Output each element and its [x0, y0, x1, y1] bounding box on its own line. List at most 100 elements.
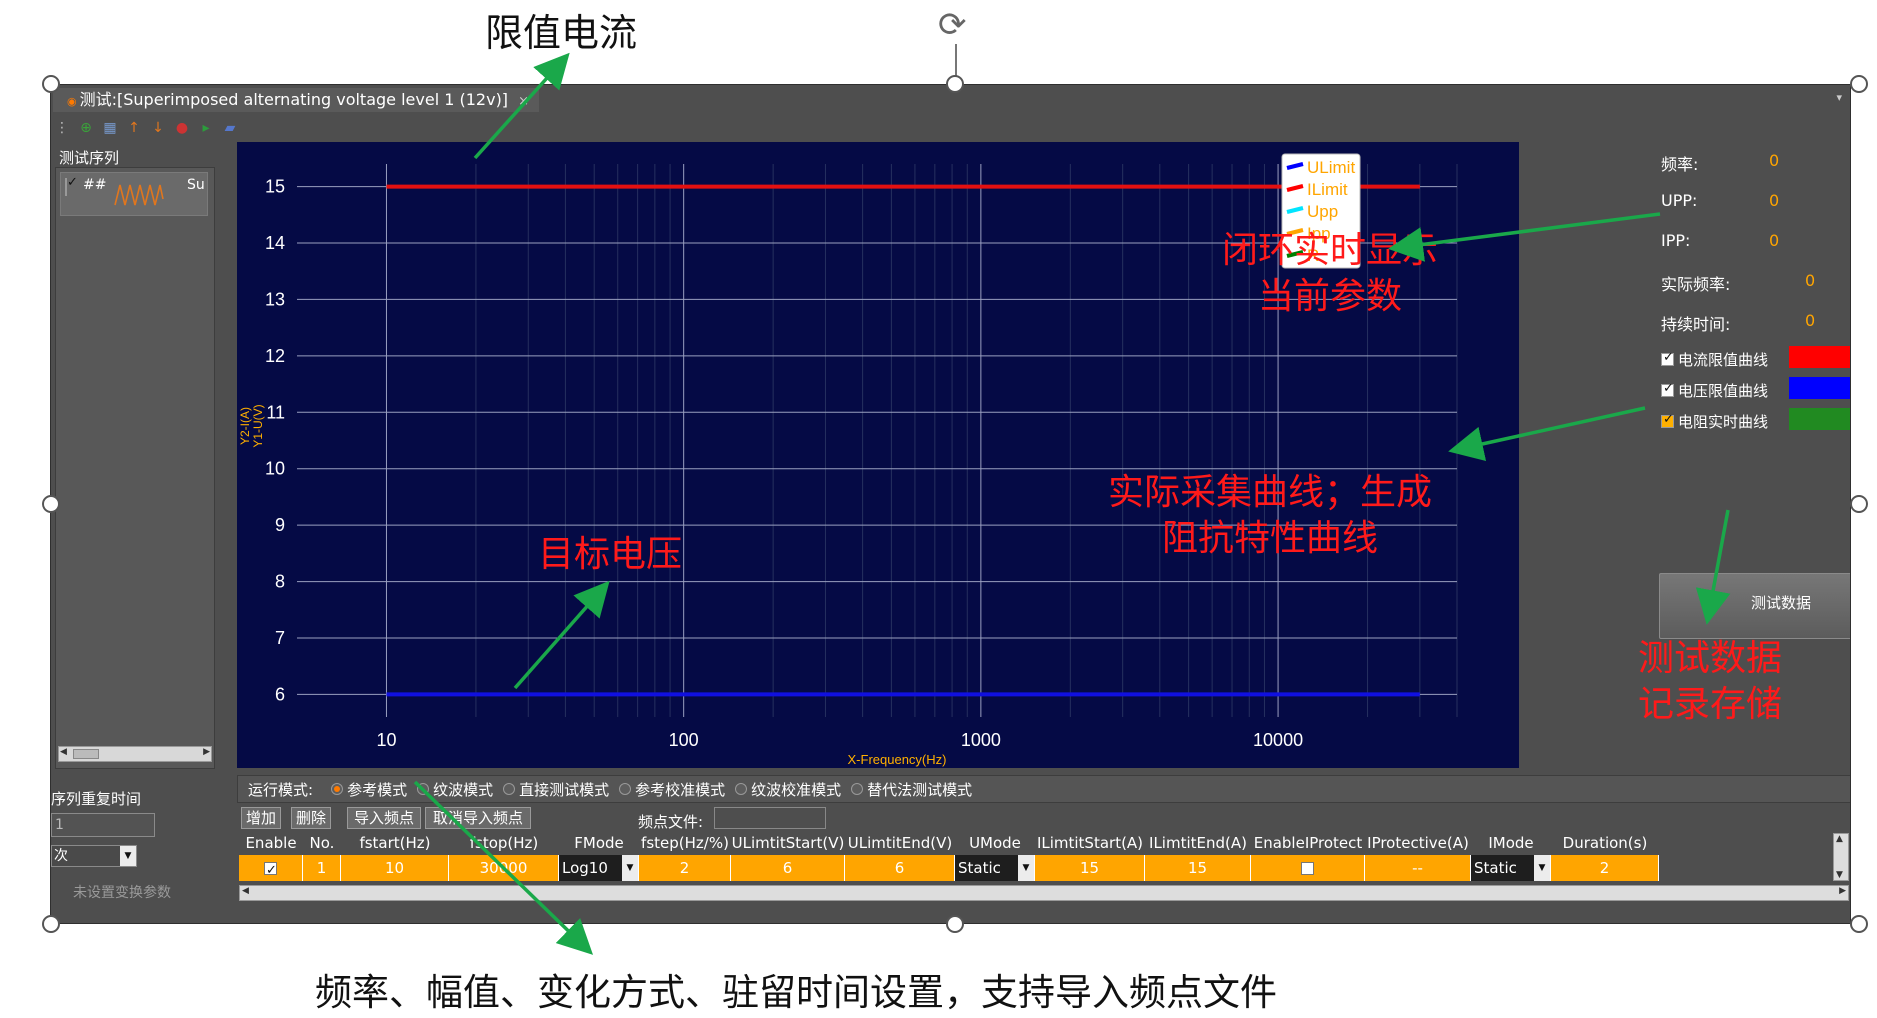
import-freq-button[interactable]: 导入频点 — [347, 807, 421, 829]
sequence-waveform-icon — [114, 184, 164, 206]
scroll-down-icon[interactable]: ▼ — [1836, 870, 1843, 880]
readout-label: 实际频率: — [1661, 275, 1731, 294]
sequence-scrollbar[interactable]: ◀ ▶ — [58, 746, 212, 762]
add-button[interactable]: 增加 — [241, 807, 281, 829]
rss-icon: ◉ — [67, 95, 77, 108]
cell-iprotective[interactable]: -- — [1365, 855, 1471, 881]
chevron-down-icon[interactable]: ▼ — [1018, 855, 1034, 881]
cell-ustart[interactable]: 6 — [731, 855, 845, 881]
scroll-left-icon[interactable]: ◀ — [242, 886, 249, 896]
tab-close-icon[interactable]: × — [518, 94, 529, 109]
list-icon[interactable]: ⋮ — [53, 119, 71, 137]
y-tick-label: 9 — [275, 515, 285, 535]
cell-fstep[interactable]: 2 — [639, 855, 731, 881]
column-header: Duration(s) — [1562, 834, 1648, 852]
chevron-down-icon[interactable]: ▼ — [1534, 855, 1550, 881]
cancel-import-button[interactable]: 取消导入频点 — [425, 807, 531, 829]
cell-enable[interactable] — [239, 855, 303, 884]
sequence-list[interactable]: ## Su ◀ ▶ — [55, 167, 215, 769]
mode-option-label[interactable]: 替代法测试模式 — [867, 779, 972, 800]
rotate-handle-icon[interactable]: ⟳ — [938, 6, 967, 44]
repeat-unit-select[interactable]: 次 ▼ — [51, 845, 137, 867]
table-vscroll[interactable]: ▲ ▼ — [1833, 833, 1849, 881]
repeat-input[interactable]: 1 — [51, 813, 155, 837]
mode-radio[interactable] — [619, 783, 632, 795]
resize-handle-mr[interactable] — [1850, 495, 1868, 513]
move-up-icon[interactable]: ↑ — [125, 119, 143, 137]
mode-option-label[interactable]: 纹波校准模式 — [751, 779, 841, 800]
flag-icon[interactable]: ▰ — [221, 119, 239, 137]
cell-iend[interactable]: 15 — [1145, 855, 1251, 881]
play-icon[interactable]: ▸ — [197, 119, 215, 137]
curve-toggle[interactable]: 电流限值曲线 — [1661, 349, 1768, 370]
cell-fstart[interactable]: 10 — [341, 855, 449, 881]
annotation-target-voltage: 目标电压 — [520, 532, 700, 578]
add-icon[interactable]: ⊕ — [77, 119, 95, 137]
cell-fstop[interactable]: 30000 — [449, 855, 559, 881]
mode-radio[interactable] — [417, 783, 430, 795]
cell-duration[interactable]: 2 — [1551, 855, 1659, 881]
cell-fmode[interactable]: Log10 ▼ — [559, 855, 639, 881]
scroll-up-icon[interactable]: ▲ — [1836, 834, 1843, 844]
mode-radio[interactable] — [735, 783, 748, 795]
test-data-button[interactable]: 测试数据 — [1659, 573, 1850, 639]
mode-radio[interactable] — [331, 783, 344, 795]
column-header: ULimtitEnd(V) — [847, 834, 953, 852]
stop-icon[interactable]: ● — [173, 119, 191, 137]
curve-color-swatch[interactable] — [1789, 408, 1850, 430]
cell-istart[interactable]: 15 — [1035, 855, 1145, 881]
chevron-down-icon[interactable]: ▼ — [622, 855, 638, 881]
resize-handle-ml[interactable] — [42, 495, 60, 513]
repeat-unit-value: 次 — [54, 848, 68, 864]
mode-option-label[interactable]: 参考模式 — [347, 779, 407, 800]
cell-checkbox[interactable] — [1301, 862, 1314, 875]
annotation-test-data: 测试数据 记录存储 — [1620, 636, 1800, 728]
edit-icon[interactable]: ▦ — [101, 119, 119, 137]
chevron-down-icon[interactable]: ▼ — [120, 846, 136, 866]
curve-toggle-checkbox[interactable] — [1661, 350, 1674, 366]
cell-uend[interactable]: 6 — [845, 855, 955, 881]
curve-toggle[interactable]: 电阻实时曲线 — [1661, 411, 1768, 432]
legend-label: ULimit — [1307, 158, 1355, 177]
mode-radio[interactable] — [503, 783, 516, 795]
curve-toggle-checkbox[interactable] — [1661, 381, 1674, 397]
annotation-curve-note-line1: 实际采集曲线；生成 — [1107, 472, 1432, 513]
mode-radio[interactable] — [851, 783, 864, 795]
table-hscroll[interactable]: ◀ ▶ — [239, 885, 1849, 901]
resize-handle-tl[interactable] — [42, 75, 60, 93]
cell-combo-value: Log10 — [562, 859, 608, 877]
sequence-item-checkbox[interactable] — [65, 178, 67, 196]
y-tick-label: 13 — [265, 289, 285, 309]
sequence-item[interactable]: ## Su — [60, 172, 208, 216]
resize-handle-bm[interactable] — [946, 915, 964, 933]
sequence-item-name: Su — [187, 177, 205, 193]
column-header: UMode — [969, 834, 1021, 852]
cell-umode[interactable]: Static ▼ — [955, 855, 1035, 881]
curve-toggle-label: 电阻实时曲线 — [1678, 413, 1769, 431]
mode-option-label[interactable]: 直接测试模式 — [519, 779, 609, 800]
legend-label: ILimit — [1307, 180, 1348, 199]
column-header: fstop(Hz) — [469, 834, 539, 852]
delete-button[interactable]: 删除 — [291, 807, 331, 829]
mode-option-label[interactable]: 纹波模式 — [433, 779, 493, 800]
resize-handle-tm[interactable] — [946, 75, 964, 93]
cell-no[interactable]: 1 — [303, 855, 341, 881]
window-menu-icon[interactable]: ▾ — [1836, 91, 1842, 104]
scroll-right-icon[interactable]: ▶ — [1839, 886, 1846, 896]
curve-toggle[interactable]: 电压限值曲线 — [1661, 380, 1768, 401]
resize-handle-bl[interactable] — [42, 915, 60, 933]
cell-imode[interactable]: Static ▼ — [1471, 855, 1551, 881]
cell-checkbox[interactable] — [264, 858, 277, 884]
resize-handle-tr[interactable] — [1850, 75, 1868, 93]
freq-file-input[interactable] — [714, 807, 826, 829]
cell-enable_protect[interactable] — [1251, 855, 1365, 881]
tab-test[interactable]: ◉ 测试:[Superimposed alternating voltage le… — [53, 88, 539, 112]
transform-hint: 未设置变换参数 — [73, 885, 171, 901]
move-down-icon[interactable]: ↓ — [149, 119, 167, 137]
curve-toggle-checkbox[interactable] — [1661, 412, 1674, 428]
curve-color-swatch[interactable] — [1789, 377, 1850, 399]
mode-option-label[interactable]: 参考校准模式 — [635, 779, 725, 800]
resize-handle-br[interactable] — [1850, 915, 1868, 933]
scroll-thumb[interactable] — [73, 749, 99, 759]
curve-color-swatch[interactable] — [1789, 346, 1850, 368]
